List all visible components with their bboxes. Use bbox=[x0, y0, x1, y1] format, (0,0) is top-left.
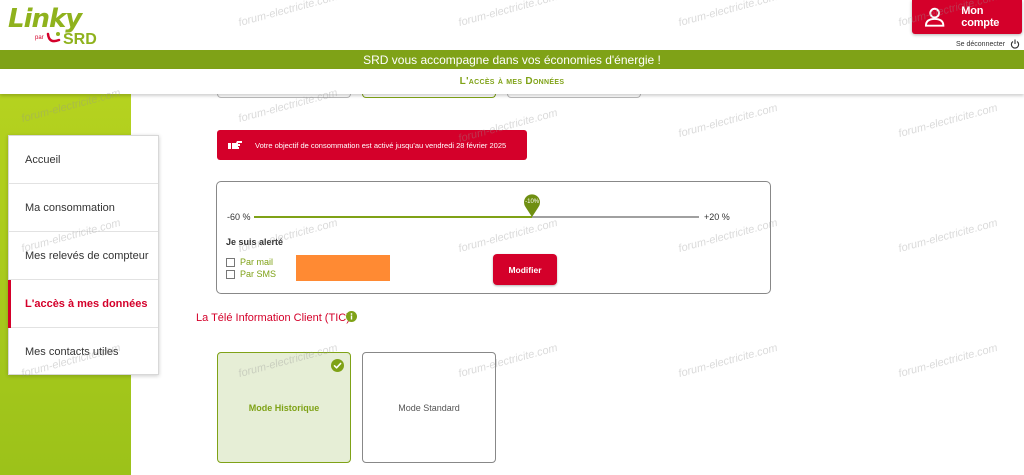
section-title: L'accès à mes Données bbox=[459, 76, 565, 87]
logout-link[interactable]: Se déconnecter bbox=[956, 39, 1020, 49]
map-pin-icon bbox=[524, 194, 541, 217]
logout-label: Se déconnecter bbox=[956, 40, 1006, 48]
mail-checkbox[interactable] bbox=[226, 257, 235, 267]
objective-panel: -60 % -10% +20 % Je suis alerté Par mail… bbox=[216, 181, 771, 294]
alert-sms-option[interactable]: Par SMS bbox=[226, 269, 276, 279]
modify-button[interactable]: Modifier bbox=[493, 254, 557, 285]
tab-stub[interactable] bbox=[362, 94, 496, 98]
tic-section-title: La Télé Information Client (TIC) bbox=[196, 312, 350, 324]
linky-srd-logo[interactable]: Linky par SRD bbox=[8, 4, 100, 48]
logo-swoosh-icon bbox=[46, 32, 61, 43]
pointing-hand-icon bbox=[228, 141, 242, 149]
tab-stub[interactable] bbox=[507, 94, 641, 98]
check-circle-icon bbox=[331, 359, 344, 372]
slider-min-label: -60 % bbox=[227, 212, 251, 222]
banner-text: SRD vous accompagne dans vos économies d… bbox=[363, 52, 661, 67]
slider-value: -10% bbox=[525, 199, 540, 205]
sidebar-item-acces-donnees[interactable]: L'accès à mes données bbox=[8, 280, 158, 328]
slider-max-label: +20 % bbox=[704, 212, 730, 222]
header: Linky par SRD Mon compte Se déconnecter bbox=[0, 0, 1024, 50]
alert-options-title: Je suis alerté bbox=[226, 237, 284, 247]
logo-par-text: par bbox=[35, 35, 44, 41]
account-button-label: Mon compte bbox=[961, 5, 1000, 29]
mail-label: Par mail bbox=[240, 257, 274, 267]
account-button[interactable]: Mon compte bbox=[912, 0, 1022, 34]
sidebar-item-contacts[interactable]: Mes contacts utiles bbox=[9, 328, 158, 376]
objective-alert-text: Votre objectif de consommation est activ… bbox=[255, 140, 507, 150]
mode-historique-card[interactable]: Mode Historique bbox=[217, 352, 351, 463]
mode-standard-label: Mode Standard bbox=[398, 402, 460, 413]
slider-thumb[interactable]: -10% bbox=[523, 194, 541, 218]
alert-mail-option[interactable]: Par mail bbox=[226, 257, 273, 267]
slider-fill bbox=[254, 216, 533, 218]
sidebar-item-accueil[interactable]: Accueil bbox=[9, 136, 158, 184]
objective-slider[interactable]: -10% bbox=[254, 194, 699, 218]
tab-stub[interactable] bbox=[217, 94, 351, 98]
logo-srd-text: SRD bbox=[63, 31, 97, 48]
sidebar-nav: Accueil Ma consommation Mes relevés de c… bbox=[8, 135, 159, 375]
section-title-bar: L'accès à mes Données bbox=[0, 69, 1024, 94]
logo-linky-text: Linky bbox=[8, 4, 82, 34]
mode-historique-label: Mode Historique bbox=[248, 402, 320, 413]
sms-checkbox[interactable] bbox=[226, 269, 235, 279]
objective-alert: Votre objectif de consommation est activ… bbox=[217, 130, 527, 160]
sidebar-item-releves[interactable]: Mes relevés de compteur bbox=[9, 232, 158, 280]
user-icon bbox=[924, 7, 945, 27]
promo-banner: SRD vous accompagne dans vos économies d… bbox=[0, 50, 1024, 69]
redacted-contact-block bbox=[296, 255, 390, 281]
sidebar-item-consommation[interactable]: Ma consommation bbox=[9, 184, 158, 232]
info-icon[interactable] bbox=[346, 311, 357, 322]
mode-standard-card[interactable]: Mode Standard bbox=[362, 352, 496, 463]
power-icon bbox=[1010, 39, 1020, 49]
sms-label: Par SMS bbox=[240, 269, 277, 279]
